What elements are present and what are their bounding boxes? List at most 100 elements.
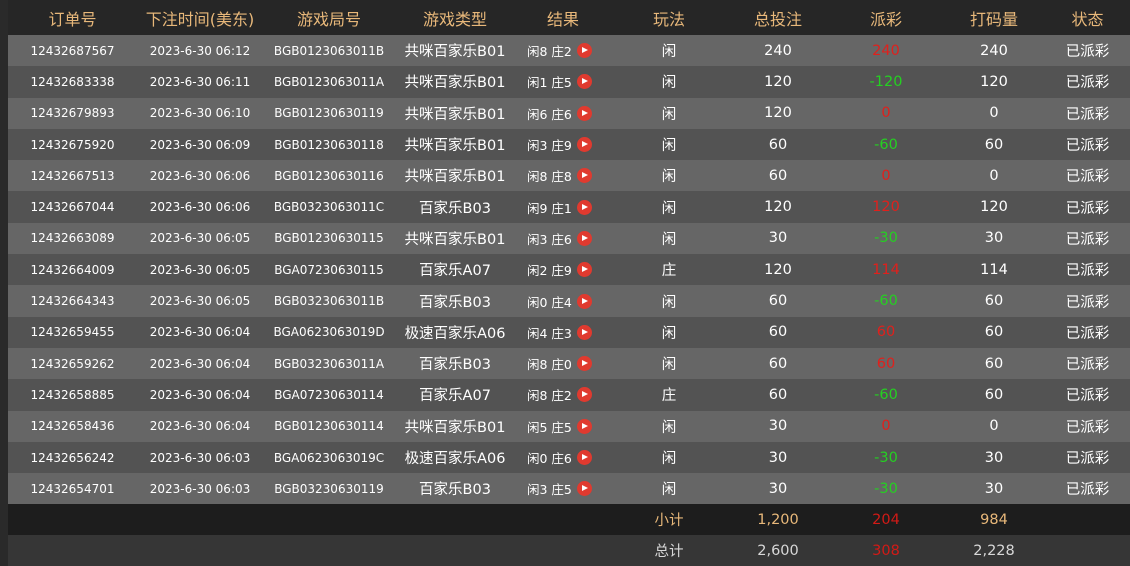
cell-status: 已派彩 bbox=[1065, 75, 1110, 92]
header-row: 订单号 下注时间(美东) 游戏局号 游戏类型 结果 玩法 总投注 派彩 打码量 … bbox=[8, 0, 1130, 35]
play-circle-icon[interactable] bbox=[576, 450, 592, 465]
result-text: 闲6 庄6 bbox=[527, 106, 572, 122]
cell-turnover: 120 bbox=[980, 73, 1008, 90]
cell-turnover: 60 bbox=[984, 324, 1004, 341]
cell-play: 庄 bbox=[661, 388, 677, 405]
cell-play: 闲 bbox=[661, 138, 677, 155]
column-header-status[interactable]: 状态 bbox=[1045, 0, 1130, 35]
table-row[interactable]: 12432664009 2023-6-30 06:05 BGA07230630115… bbox=[8, 254, 1130, 286]
play-circle-icon[interactable] bbox=[576, 105, 592, 121]
column-header-result[interactable]: 结果 bbox=[515, 0, 611, 35]
table-row[interactable]: 12432659455 2023-6-30 06:04 BGA0623063019D… bbox=[8, 316, 1130, 348]
cell-bet-time: 2023-6-30 06:06 bbox=[149, 168, 251, 183]
cell-payout: -60 bbox=[874, 386, 898, 403]
cell-turnover: 240 bbox=[980, 42, 1008, 59]
cell-result: 闲6 庄6 bbox=[515, 98, 611, 129]
play-circle-icon[interactable] bbox=[576, 262, 592, 278]
table-row[interactable]: 12432679893 2023-6-30 06:10 BGB01230630119… bbox=[8, 97, 1130, 129]
column-header-time[interactable]: 下注时间(美东) bbox=[137, 0, 263, 35]
table-header: 订单号 下注时间(美东) 游戏局号 游戏类型 结果 玩法 总投注 派彩 打码量 … bbox=[8, 0, 1130, 35]
play-circle-icon[interactable] bbox=[576, 43, 592, 59]
cell-round-id: BGB0323063011B bbox=[273, 294, 385, 309]
cell-stake: 30 bbox=[768, 480, 788, 497]
cell-bet-time: 2023-6-30 06:05 bbox=[149, 294, 251, 309]
total-row: 总计 2,600 308 2,228 bbox=[8, 535, 1130, 566]
cell-order-number: 12432667044 bbox=[30, 200, 115, 215]
play-circle-icon[interactable] bbox=[576, 230, 592, 246]
cell-game-type: 极速百家乐A06 bbox=[404, 325, 506, 342]
table-row[interactable]: 12432663089 2023-6-30 06:05 BGB01230630115… bbox=[8, 222, 1130, 255]
play-circle-icon[interactable] bbox=[576, 387, 592, 403]
cell-bet-time: 2023-6-30 06:06 bbox=[149, 200, 251, 215]
cell-order-number: 12432675920 bbox=[30, 137, 115, 152]
table-row[interactable]: 12432658436 2023-6-30 06:04 BGB01230630114… bbox=[8, 410, 1130, 442]
table-row[interactable]: 12432667044 2023-6-30 06:06 BGB0323063011C… bbox=[8, 191, 1130, 223]
subtotal-payout: 204 bbox=[872, 511, 900, 528]
cell-play: 闲 bbox=[661, 451, 677, 467]
play-circle-icon[interactable] bbox=[576, 481, 592, 497]
cell-payout: -60 bbox=[874, 136, 898, 153]
total-empty bbox=[395, 535, 515, 566]
subtotal-turnover: 984 bbox=[980, 511, 1008, 528]
cell-round-id: BGB01230630116 bbox=[274, 168, 384, 183]
result-text: 闲9 庄1 bbox=[527, 200, 572, 216]
cell-stake: 60 bbox=[768, 386, 788, 403]
cell-result: 闲8 庄8 bbox=[515, 160, 611, 191]
play-circle-icon[interactable] bbox=[576, 324, 592, 340]
column-header-type[interactable]: 游戏类型 bbox=[395, 0, 515, 35]
table-row[interactable]: 12432656242 2023-6-30 06:03 BGA0623063019C… bbox=[8, 441, 1130, 474]
cell-game-type: 极速百家乐A06 bbox=[404, 451, 506, 467]
table-row[interactable]: 12432687567 2023-6-30 06:12 BGB0123063011B… bbox=[8, 35, 1130, 67]
column-header-turnover[interactable]: 打码量 bbox=[943, 0, 1045, 35]
cell-round-id: BGB01230630118 bbox=[274, 137, 384, 152]
play-circle-icon[interactable] bbox=[576, 168, 592, 184]
cell-bet-time: 2023-6-30 06:10 bbox=[149, 106, 251, 121]
cell-turnover: 30 bbox=[984, 480, 1004, 497]
column-header-round[interactable]: 游戏局号 bbox=[263, 0, 395, 35]
total-label: 总计 bbox=[654, 544, 684, 561]
play-circle-icon[interactable] bbox=[576, 74, 592, 90]
cell-status: 已派彩 bbox=[1065, 419, 1110, 436]
cell-play: 闲 bbox=[661, 419, 677, 436]
table-row[interactable]: 12432664343 2023-6-30 06:05 BGB0323063011B… bbox=[8, 285, 1130, 317]
cell-status: 已派彩 bbox=[1065, 325, 1110, 342]
cell-stake: 30 bbox=[768, 418, 788, 435]
play-circle-icon[interactable] bbox=[576, 418, 592, 434]
cell-status: 已派彩 bbox=[1065, 294, 1110, 311]
play-circle-icon[interactable] bbox=[576, 137, 592, 153]
subtotal-label: 小计 bbox=[654, 513, 684, 530]
play-circle-icon[interactable] bbox=[576, 199, 592, 215]
table-row[interactable]: 12432667513 2023-6-30 06:06 BGB01230630116… bbox=[8, 160, 1130, 192]
column-header-stake[interactable]: 总投注 bbox=[727, 0, 829, 35]
cell-order-number: 12432656242 bbox=[30, 450, 115, 465]
play-circle-icon[interactable] bbox=[576, 293, 592, 309]
cell-stake: 120 bbox=[764, 199, 792, 216]
result-text: 闲5 庄5 bbox=[527, 419, 572, 435]
play-circle-icon[interactable] bbox=[576, 356, 592, 372]
cell-payout: 120 bbox=[872, 199, 900, 216]
cell-status: 已派彩 bbox=[1065, 44, 1110, 61]
cell-turnover: 0 bbox=[989, 167, 999, 184]
result-text: 闲3 庄9 bbox=[527, 138, 572, 154]
cell-play: 闲 bbox=[661, 482, 677, 499]
column-header-order[interactable]: 订单号 bbox=[8, 0, 137, 35]
table-row[interactable]: 12432675920 2023-6-30 06:09 BGB01230630118… bbox=[8, 128, 1130, 161]
cell-turnover: 114 bbox=[980, 261, 1008, 278]
cell-round-id: BGB03230630119 bbox=[274, 481, 384, 496]
column-header-play[interactable]: 玩法 bbox=[611, 0, 727, 35]
table-row[interactable]: 12432683338 2023-6-30 06:11 BGB0123063011A… bbox=[8, 66, 1130, 98]
cell-round-id: BGB0123063011B bbox=[273, 43, 385, 58]
table-row[interactable]: 12432658885 2023-6-30 06:04 BGA07230630114… bbox=[8, 379, 1130, 411]
cell-play: 闲 bbox=[661, 200, 677, 217]
cell-turnover: 60 bbox=[984, 293, 1004, 310]
table-row[interactable]: 12432659262 2023-6-30 06:04 BGB0323063011A… bbox=[8, 347, 1130, 380]
cell-payout: 60 bbox=[876, 324, 896, 341]
cell-order-number: 12432664009 bbox=[30, 262, 115, 277]
bet-history-table: 订单号 下注时间(美东) 游戏局号 游戏类型 结果 玩法 总投注 派彩 打码量 … bbox=[8, 0, 1130, 566]
cell-order-number: 12432658885 bbox=[30, 387, 115, 402]
cell-turnover: 60 bbox=[984, 136, 1004, 153]
table-row[interactable]: 12432654701 2023-6-30 06:03 BGB03230630119… bbox=[8, 473, 1130, 505]
cell-payout: -30 bbox=[874, 230, 898, 247]
cell-turnover: 30 bbox=[984, 230, 1004, 247]
column-header-payout[interactable]: 派彩 bbox=[829, 0, 943, 35]
